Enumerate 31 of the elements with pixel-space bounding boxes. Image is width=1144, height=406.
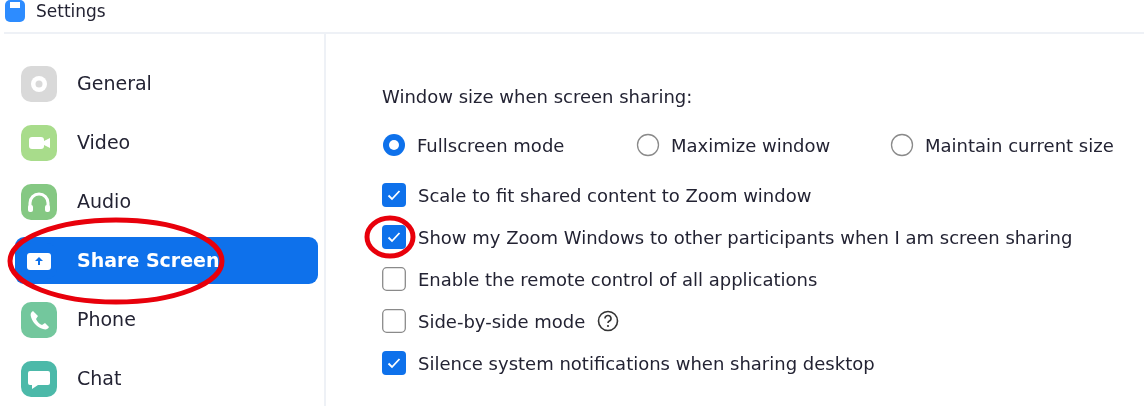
help-icon[interactable] [597,310,620,332]
video-camera-icon [21,124,57,161]
option-label: Show my Zoom Windows to other participants when I am screen sharing [418,225,1073,250]
radio-button[interactable] [890,133,914,157]
checkbox[interactable] [382,183,406,207]
gear-icon [21,65,57,102]
option-label: Silence system notifications when sharing desktop [418,351,875,376]
option-label: Enable the remote control of all applications [418,267,818,292]
sidebar-item[interactable]: Phone [15,296,318,343]
radio-button[interactable] [382,133,406,157]
window-title: Settings [36,3,106,20]
app-icon [4,0,26,24]
chat-bubble-icon [21,360,57,397]
radio-option[interactable]: Maximize window [636,131,890,159]
checkbox[interactable] [382,225,406,249]
sidebar-item[interactable]: Audio [15,178,318,225]
sidebar-item[interactable]: Share Screen [15,237,318,284]
sidebar-item[interactable]: General [15,60,318,107]
headphones-icon [21,183,57,220]
option-label: Scale to fit shared content to Zoom window [418,183,812,208]
radio-option[interactable]: Maintain current size [890,131,1144,159]
radio-option[interactable]: Fullscreen mode [382,131,636,159]
checkbox[interactable] [382,351,406,375]
sidebar-item[interactable]: Video [15,119,318,166]
section-label: Window size when screen sharing: [382,84,693,109]
radio-button[interactable] [636,133,660,157]
sidebar-item[interactable]: Chat [15,355,318,402]
option-label: Side-by-side mode [418,309,586,334]
phone-icon [21,301,57,338]
checkbox[interactable] [382,309,406,333]
checkbox[interactable] [382,267,406,291]
